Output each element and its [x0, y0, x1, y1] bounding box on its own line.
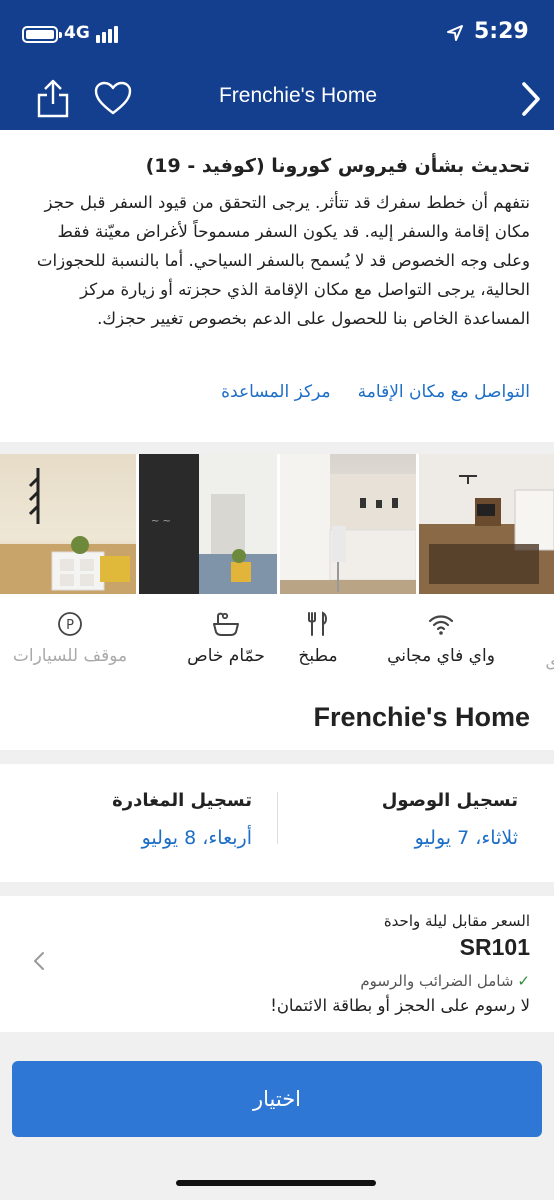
heart-icon[interactable]: [93, 80, 133, 116]
photo-gallery[interactable]: ~ ~: [0, 454, 554, 594]
amenity-parking[interactable]: P موقف للسيارات: [4, 610, 136, 680]
amenity-label: حمّام خاص: [187, 646, 265, 666]
taxes-text: شامل الضرائب والرسوم: [360, 972, 514, 990]
amenity-wifi[interactable]: واي فاي مجاني: [378, 610, 504, 680]
parking-icon: P: [58, 612, 82, 636]
price-label: السعر مقابل ليلة واحدة: [383, 912, 530, 930]
covid-title: تحديث بشأن فيروس كورونا (كوفيد - 19): [145, 155, 530, 177]
price-amount: SR101: [459, 934, 530, 960]
property-name-section: Frenchie's Home: [0, 692, 554, 750]
bath-icon: [213, 612, 239, 636]
price-section[interactable]: السعر مقابل ليلة واحدة SR101 ✓شامل الضرا…: [0, 896, 554, 1032]
battery-icon: [22, 26, 62, 43]
property-photo[interactable]: [280, 454, 416, 594]
check-icon: ✓: [517, 972, 530, 990]
checkin-label: تسجيل الوصول: [381, 790, 518, 811]
bottom-bar: اختيار: [0, 1044, 554, 1200]
checkout-date[interactable]: أربعاء، 8 يوليو: [112, 827, 252, 849]
amenity-bath[interactable]: حمّام خاص: [186, 610, 266, 680]
amenity-kitchen[interactable]: مطبخ: [282, 610, 354, 680]
stay-dates: تسجيل الوصول ثلاثاء، 7 يوليو تسجيل المغا…: [0, 764, 554, 882]
taxes-included: ✓شامل الضرائب والرسوم: [360, 972, 530, 990]
checkout-label: تسجيل المغادرة: [112, 790, 252, 811]
amenity-label: موقف للسيارات: [12, 646, 128, 666]
checkout-block[interactable]: تسجيل المغادرة أربعاء، 8 يوليو: [112, 790, 252, 849]
covid-notice: تحديث بشأن فيروس كورونا (كوفيد - 19) نتف…: [0, 130, 554, 442]
checkin-block[interactable]: تسجيل الوصول ثلاثاء، 7 يوليو: [382, 790, 518, 849]
checkin-date[interactable]: ثلاثاء، 7 يوليو: [382, 827, 518, 849]
covid-body: نتفهم أن خطط سفرك قد تتأثر. يرجى التحقق …: [36, 193, 530, 328]
amenities-row[interactable]: ى واي فاي مجاني مطبخ حمّام خاص P موقف لل…: [0, 594, 554, 692]
status-time: 5:29: [474, 19, 529, 44]
chevron-right-icon[interactable]: [518, 80, 544, 118]
home-indicator[interactable]: [176, 1180, 376, 1186]
dates-divider: [277, 792, 278, 844]
help-center-link[interactable]: مركز المساعدة: [221, 382, 330, 402]
status-bar: 4G 5:29: [0, 0, 554, 64]
location-arrow-icon: [447, 25, 463, 41]
amenity-label: واي فاي مجاني: [387, 646, 495, 666]
select-button[interactable]: اختيار: [12, 1061, 542, 1137]
covid-links: التواصل مع مكان الإقامة مركز المساعدة: [24, 382, 530, 412]
svg-text:~ ~: ~ ~: [151, 516, 171, 527]
property-photo[interactable]: [419, 454, 554, 594]
property-photo[interactable]: ~ ~: [139, 454, 277, 594]
property-photo[interactable]: [0, 454, 136, 594]
signal-icon: [96, 25, 120, 43]
contact-property-link[interactable]: التواصل مع مكان الإقامة: [358, 382, 530, 402]
svg-text:P: P: [66, 618, 74, 633]
kitchen-icon: [308, 611, 327, 636]
wifi-icon: [428, 615, 454, 635]
app-header: 4G 5:29 Frenchie's Home: [0, 0, 554, 130]
share-icon[interactable]: [36, 78, 70, 118]
network-label: 4G: [64, 23, 90, 43]
amenity-label: مطبخ: [298, 646, 338, 666]
amenity-item[interactable]: ى: [532, 610, 554, 680]
amenity-label: ى: [545, 652, 554, 672]
chevron-left-icon[interactable]: [32, 950, 46, 972]
page-title: Frenchie's Home: [218, 84, 378, 107]
no-fees-note: لا رسوم على الحجز أو بطاقة الائتمان!: [270, 996, 530, 1015]
property-name: Frenchie's Home: [313, 702, 531, 732]
